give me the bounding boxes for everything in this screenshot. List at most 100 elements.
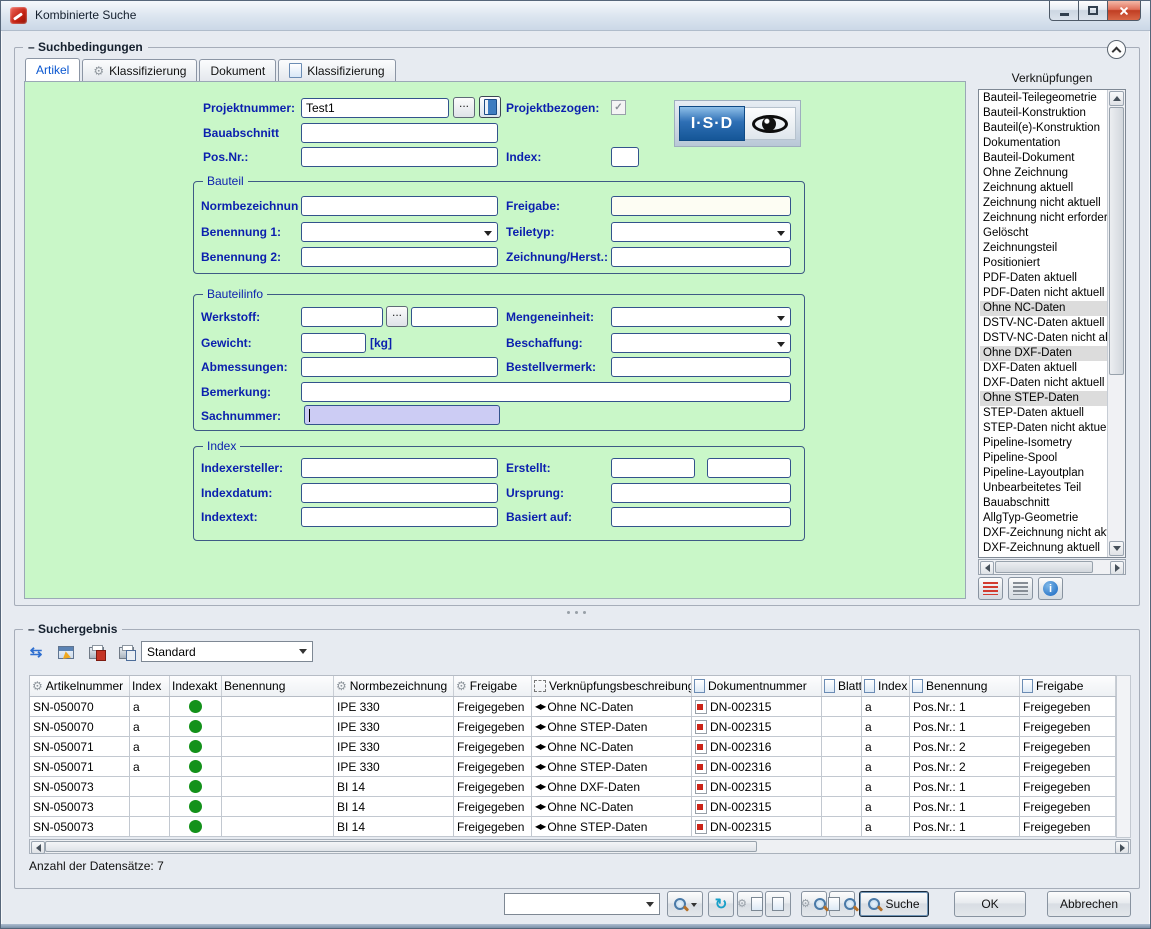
- zeichnung-herst-input[interactable]: [611, 247, 791, 267]
- list-item[interactable]: Zeichnung aktuell: [980, 181, 1107, 196]
- link-view-red-button[interactable]: [978, 577, 1003, 600]
- list-item[interactable]: Ohne NC-Daten: [980, 301, 1107, 316]
- column-header[interactable]: Index: [862, 676, 910, 696]
- saved-search-combobox[interactable]: [504, 893, 660, 915]
- list-item[interactable]: Bauteil-Dokument: [980, 151, 1107, 166]
- tab-klassifizierung-dokument[interactable]: Klassifizierung: [278, 59, 395, 81]
- werkstoff-browse-button[interactable]: ...: [386, 306, 408, 327]
- list-item[interactable]: Zeichnungsteil: [980, 241, 1107, 256]
- list-item[interactable]: DXF-Daten aktuell: [980, 361, 1107, 376]
- column-header[interactable]: ⚙Normbezeichnung: [334, 676, 454, 696]
- verknuepfungen-vscrollbar[interactable]: [1107, 90, 1125, 557]
- erstellt-bis-input[interactable]: [707, 458, 791, 478]
- abbrechen-button[interactable]: Abbrechen: [1047, 891, 1131, 917]
- teiletyp-combobox[interactable]: [611, 222, 791, 242]
- list-item[interactable]: AllgTyp-Geometrie: [980, 511, 1107, 526]
- list-item[interactable]: Ohne DXF-Daten: [980, 346, 1107, 361]
- list-item[interactable]: Zeichnung nicht erforderlich: [980, 211, 1107, 226]
- splitter-handle[interactable]: [567, 611, 589, 615]
- index-input[interactable]: [611, 147, 639, 167]
- column-header[interactable]: Freigabe: [1020, 676, 1116, 696]
- projektnummer-input[interactable]: [301, 98, 449, 118]
- close-button[interactable]: [1107, 1, 1141, 21]
- indextext-input[interactable]: [301, 507, 498, 527]
- new-article-button[interactable]: ⚙: [737, 891, 763, 917]
- vscrollbar-thumb[interactable]: [1109, 107, 1124, 375]
- link-info-button[interactable]: i: [1038, 577, 1063, 600]
- werkstoff-input[interactable]: [301, 307, 383, 327]
- normbezeichnung-input[interactable]: [301, 196, 498, 216]
- list-item[interactable]: Ohne Zeichnung: [980, 166, 1107, 181]
- projekt-browse-button[interactable]: ...: [453, 97, 475, 118]
- list-item[interactable]: Dokumentation: [980, 136, 1107, 151]
- list-item[interactable]: Positioniert: [980, 256, 1107, 271]
- hscrollbar-thumb[interactable]: [45, 841, 757, 852]
- list-item[interactable]: Bauteil-Teilegeometrie: [980, 91, 1107, 106]
- abmessungen-input[interactable]: [301, 357, 498, 377]
- table-row[interactable]: SN-050070aIPE 330Freigegeben◀▶Ohne STEP-…: [30, 717, 1116, 737]
- tab-klassifizierung-artikel[interactable]: ⚙Klassifizierung: [82, 59, 197, 81]
- werkstoff-name-input[interactable]: [411, 307, 498, 327]
- list-item[interactable]: PDF-Daten nicht aktuell: [980, 286, 1107, 301]
- list-item[interactable]: PDF-Daten aktuell: [980, 271, 1107, 286]
- result-table-hscrollbar[interactable]: [29, 839, 1131, 854]
- hscrollbar-thumb[interactable]: [995, 561, 1093, 573]
- list-item[interactable]: Ohne STEP-Daten: [980, 391, 1107, 406]
- column-header[interactable]: ⚙Artikelnummer: [30, 676, 130, 696]
- dropdown-button[interactable]: [295, 643, 311, 660]
- search-document-button[interactable]: [829, 891, 855, 917]
- column-header[interactable]: Benennung: [222, 676, 334, 696]
- scroll-up-button[interactable]: [1109, 91, 1124, 106]
- table-row[interactable]: SN-050071aIPE 330Freigegeben◀▶Ohne NC-Da…: [30, 737, 1116, 757]
- verknuepfungen-hscrollbar[interactable]: [978, 559, 1126, 575]
- column-header[interactable]: Dokumentnummer: [692, 676, 822, 696]
- ursprung-input[interactable]: [611, 483, 791, 503]
- print-button[interactable]: [113, 641, 139, 664]
- bestellvermerk-input[interactable]: [611, 357, 791, 377]
- search-article-button[interactable]: ⚙: [801, 891, 827, 917]
- gewicht-input[interactable]: [301, 333, 366, 353]
- column-header[interactable]: Benennung: [910, 676, 1020, 696]
- list-item[interactable]: Zeichnung nicht aktuell: [980, 196, 1107, 211]
- link-view-gray-button[interactable]: [1008, 577, 1033, 600]
- list-item[interactable]: Unbearbeitetes Teil: [980, 481, 1107, 496]
- table-row[interactable]: SN-050073BI 14Freigegeben◀▶Ohne DXF-Date…: [30, 777, 1116, 797]
- result-table-vscrollbar[interactable]: [1116, 675, 1131, 838]
- column-header[interactable]: Blatt: [822, 676, 862, 696]
- table-row[interactable]: SN-050073BI 14Freigegeben◀▶Ohne NC-Daten…: [30, 797, 1116, 817]
- beschaffung-combobox[interactable]: [611, 333, 791, 353]
- titlebar[interactable]: Kombinierte Suche: [1, 1, 1150, 31]
- list-item[interactable]: STEP-Daten aktuell: [980, 406, 1107, 421]
- list-item[interactable]: Bauabschnitt: [980, 496, 1107, 511]
- basiert-auf-input[interactable]: [611, 507, 791, 527]
- table-row[interactable]: SN-050073BI 14Freigegeben◀▶Ohne STEP-Dat…: [30, 817, 1116, 837]
- minimize-button[interactable]: [1049, 1, 1079, 21]
- bemerkung-input[interactable]: [301, 382, 791, 402]
- reset-search-button[interactable]: ↻: [708, 891, 734, 917]
- projekt-select-button[interactable]: [479, 96, 501, 118]
- list-item[interactable]: STEP-Daten nicht aktuell: [980, 421, 1107, 436]
- column-header[interactable]: Verknüpfungsbeschreibung: [532, 676, 692, 696]
- scroll-down-button[interactable]: [1109, 541, 1124, 556]
- scroll-left-button[interactable]: [980, 561, 994, 575]
- scroll-right-button[interactable]: [1110, 561, 1124, 575]
- dropdown-button[interactable]: [642, 895, 658, 913]
- table-row[interactable]: SN-050071aIPE 330Freigegeben◀▶Ohne STEP-…: [30, 757, 1116, 777]
- mengeneinheit-combobox[interactable]: [611, 307, 791, 327]
- result-profile-combobox[interactable]: Standard: [141, 641, 313, 662]
- new-document-button[interactable]: [765, 891, 791, 917]
- column-header[interactable]: Indexakt: [170, 676, 222, 696]
- indexersteller-input[interactable]: [301, 458, 498, 478]
- table-row[interactable]: SN-050070aIPE 330Freigegeben◀▶Ohne NC-Da…: [30, 697, 1116, 717]
- projektbezogen-checkbox[interactable]: ✓: [611, 100, 626, 115]
- indexdatum-input[interactable]: [301, 483, 498, 503]
- benennung1-combobox[interactable]: [301, 222, 498, 242]
- tab-dokument[interactable]: Dokument: [199, 59, 276, 81]
- benennung2-input[interactable]: [301, 247, 498, 267]
- collapse-chevron-icon[interactable]: [1107, 40, 1126, 59]
- freigabe-input[interactable]: [611, 196, 791, 216]
- column-header[interactable]: ⚙Freigabe: [454, 676, 532, 696]
- posnr-input[interactable]: [301, 147, 498, 167]
- sachnummer-input[interactable]: [304, 405, 500, 425]
- scroll-left-button[interactable]: [31, 841, 45, 854]
